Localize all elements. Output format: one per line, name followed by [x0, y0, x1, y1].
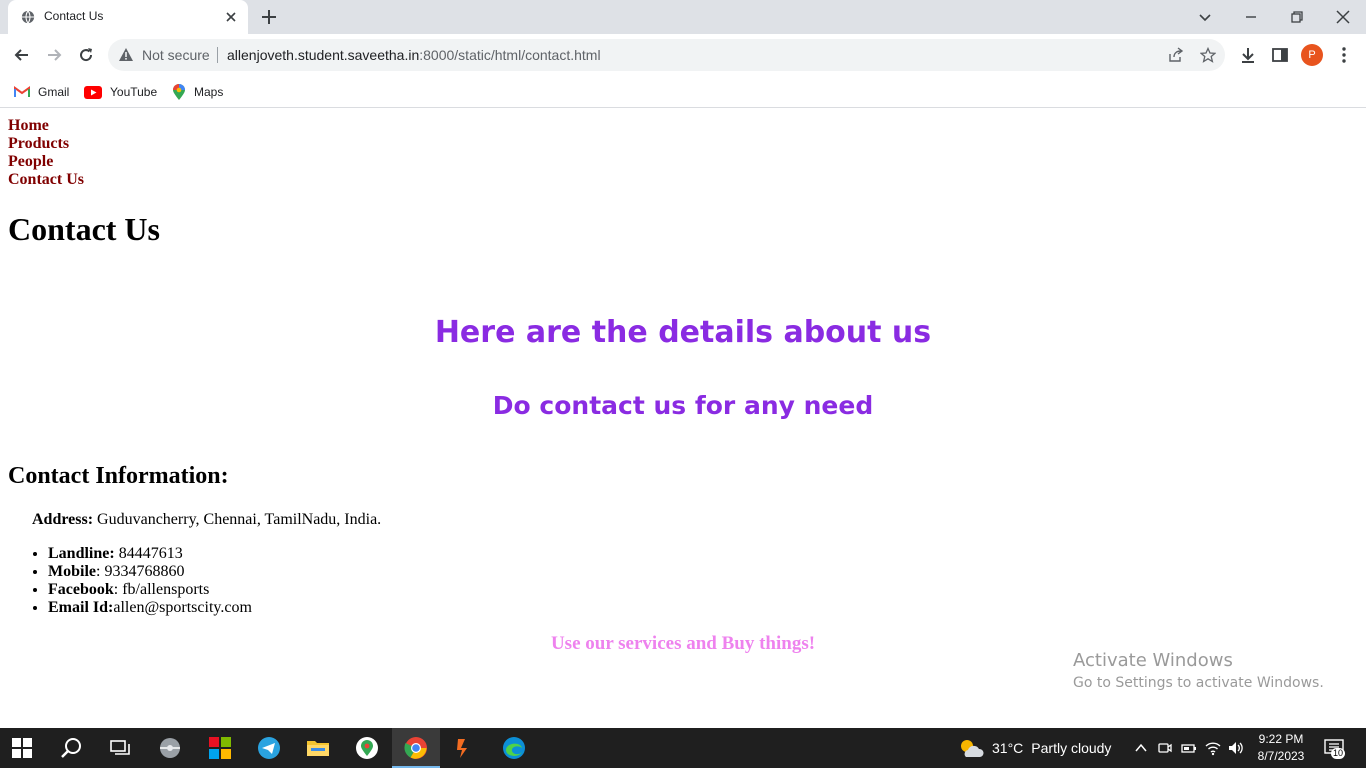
wifi-icon[interactable]: [1205, 740, 1221, 756]
nav-contact-link[interactable]: Contact Us: [8, 171, 84, 189]
contact-value: allen@sportscity.com: [113, 599, 252, 616]
contact-info-heading: Contact Information:: [8, 463, 229, 489]
browser-toolbar: Not secure allenjoveth.student.saveetha.…: [0, 34, 1366, 76]
menu-kebab-icon[interactable]: [1334, 45, 1354, 65]
contact-list: Landline: 84447613 Mobile: 9334768860 Fa…: [48, 545, 252, 617]
list-item: Email Id:allen@sportscity.com: [48, 599, 252, 617]
maps-pin-icon: [173, 83, 185, 100]
app-disc-icon[interactable]: [158, 736, 182, 760]
url-host: allenjoveth.student.saveetha.in: [227, 47, 420, 63]
tab-strip: Contact Us: [0, 0, 1366, 34]
nav-people-link[interactable]: People: [8, 153, 84, 171]
partly-cloudy-icon: [961, 740, 984, 757]
watermark-subtitle: Go to Settings to activate Windows.: [1073, 675, 1324, 691]
bookmark-label: YouTube: [110, 85, 158, 99]
download-icon[interactable]: [1238, 45, 1258, 65]
close-window-icon[interactable]: [1333, 7, 1353, 27]
chrome-icon[interactable]: [404, 736, 428, 760]
app-squares-icon[interactable]: [208, 736, 232, 760]
site-nav: Home Products People Contact Us: [8, 117, 84, 189]
notification-count-badge: 10: [1331, 748, 1346, 759]
forward-icon[interactable]: [44, 45, 64, 65]
weather-temperature: 31°C: [992, 740, 1024, 756]
address-value: Guduvancherry, Chennai, TamilNadu, India…: [93, 511, 382, 528]
contact-label: Facebook: [48, 581, 114, 598]
clock-date: 8/7/2023: [1257, 749, 1305, 763]
maps-app-icon[interactable]: [355, 736, 379, 760]
share-icon[interactable]: [1168, 47, 1184, 63]
contact-value: : 9334768860: [96, 563, 185, 580]
tab-search-icon[interactable]: [1195, 7, 1215, 27]
address-label: Address:: [32, 511, 94, 528]
close-tab-icon[interactable]: [223, 9, 239, 25]
watermark-title: Activate Windows: [1073, 650, 1233, 671]
weather-description: Partly cloudy: [1031, 740, 1112, 756]
nav-products-link[interactable]: Products: [8, 135, 84, 153]
chevron-up-icon[interactable]: [1133, 740, 1149, 756]
reload-icon[interactable]: [76, 45, 96, 65]
weather-widget[interactable]: 31°C Partly cloudy: [958, 737, 1111, 759]
side-panel-icon[interactable]: [1270, 45, 1290, 65]
contact-value: : fb/allensports: [113, 581, 210, 598]
app-bolt-icon[interactable]: [453, 736, 477, 760]
clock-time: 9:22 PM: [1258, 732, 1304, 746]
meet-now-icon[interactable]: [1157, 740, 1173, 756]
bookmark-star-icon[interactable]: [1200, 47, 1216, 63]
url-text[interactable]: allenjoveth.student.saveetha.in:8000/sta…: [227, 47, 601, 63]
contact-label: Landline:: [48, 545, 115, 562]
gmail-icon: [14, 86, 30, 97]
address-line: Address: Guduvancherry, Chennai, TamilNa…: [32, 511, 381, 529]
restore-icon[interactable]: [1287, 7, 1307, 27]
page-viewport: Home Products People Contact Us Contact …: [0, 109, 1366, 728]
warning-icon[interactable]: [118, 47, 134, 63]
taskbar-clock[interactable]: 9:22 PM 8/7/2023: [1250, 731, 1312, 765]
volume-icon[interactable]: [1228, 740, 1244, 756]
nav-home-link[interactable]: Home: [8, 117, 84, 135]
contact-subheadline: Do contact us for any need: [492, 391, 874, 420]
bookmark-youtube[interactable]: YouTube: [84, 82, 157, 102]
profile-avatar[interactable]: P: [1301, 44, 1323, 66]
tab-title: Contact Us: [44, 9, 104, 23]
list-item: Facebook: fb/allensports: [48, 581, 252, 599]
activate-windows-watermark: Activate Windows Go to Settings to activ…: [1073, 650, 1324, 691]
bookmarks-bar: Gmail YouTube Maps: [0, 76, 1366, 108]
task-view-icon[interactable]: [108, 736, 132, 760]
new-tab-icon[interactable]: [259, 7, 279, 27]
contact-label: Mobile: [48, 563, 96, 580]
address-divider: [217, 47, 218, 63]
list-item: Mobile: 9334768860: [48, 563, 252, 581]
bookmark-maps[interactable]: Maps: [172, 82, 223, 102]
file-explorer-icon[interactable]: [306, 736, 330, 760]
bookmark-label: Maps: [194, 85, 224, 99]
list-item: Landline: 84447613: [48, 545, 252, 563]
windows-taskbar: 31°C Partly cloudy 9:22 PM 8/7/2023 10: [0, 728, 1366, 768]
address-bar[interactable]: Not secure allenjoveth.student.saveetha.…: [108, 39, 1225, 71]
globe-icon: [21, 10, 35, 24]
edge-icon[interactable]: [502, 736, 526, 760]
bookmark-label: Gmail: [38, 85, 70, 99]
youtube-icon: [84, 85, 102, 99]
search-icon[interactable]: [60, 736, 84, 760]
not-secure-label[interactable]: Not secure: [142, 47, 210, 63]
page-title: Contact Us: [8, 211, 160, 247]
details-headline: Here are the details about us: [434, 315, 932, 350]
url-path: :8000/static/html/contact.html: [419, 47, 601, 63]
windows-start-icon[interactable]: [12, 738, 32, 758]
battery-icon[interactable]: [1181, 740, 1197, 756]
contact-label: Email Id:: [48, 599, 114, 616]
telegram-icon[interactable]: [257, 736, 281, 760]
tab-contact-us[interactable]: Contact Us: [8, 0, 248, 34]
minimize-icon[interactable]: [1241, 7, 1261, 27]
bookmark-gmail[interactable]: Gmail: [14, 82, 69, 102]
back-icon[interactable]: [12, 45, 32, 65]
contact-value: 84447613: [114, 545, 183, 562]
